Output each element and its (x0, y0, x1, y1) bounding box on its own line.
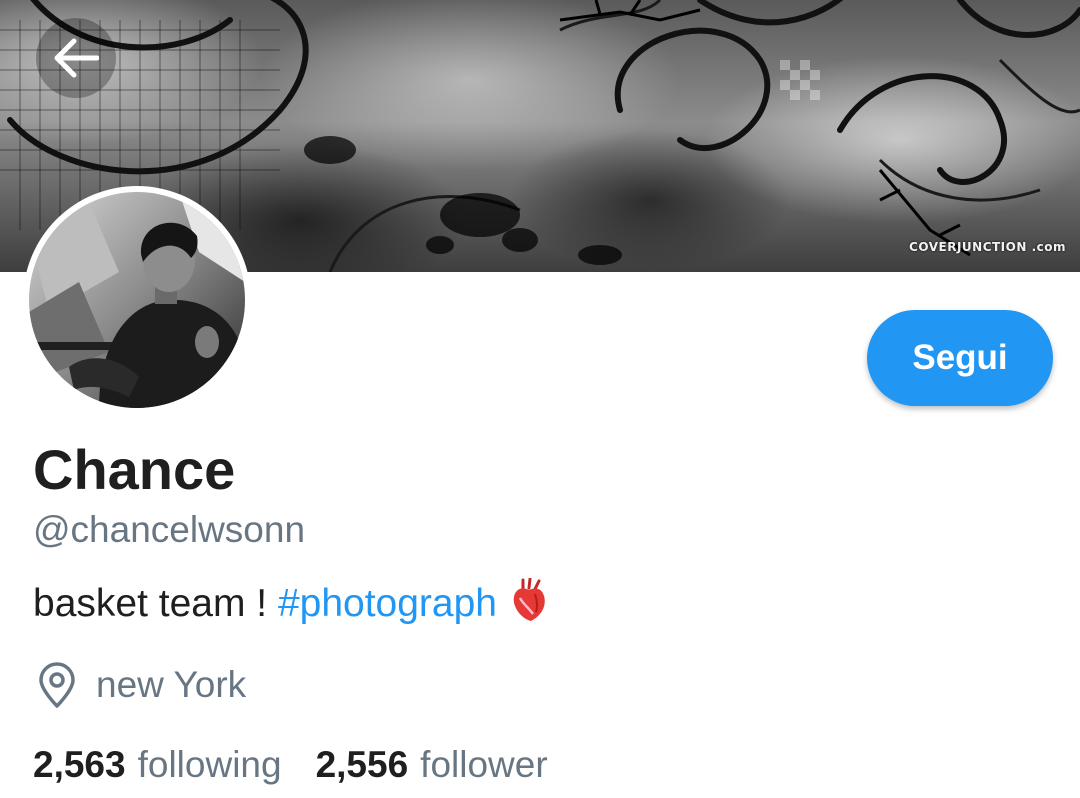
avatar-photo (29, 192, 245, 408)
back-button[interactable] (36, 18, 116, 98)
follow-button[interactable]: Segui (867, 310, 1053, 406)
profile-page: COVERJUNCTION .com Segui Chance @chancel… (0, 0, 1080, 798)
follower-label: follower (420, 744, 548, 785)
profile-display-name: Chance (33, 438, 236, 501)
bio-hashtag-link[interactable]: #photograph (278, 582, 497, 625)
location-text: new York (96, 664, 247, 705)
following-stat[interactable]: 2,563 following (33, 742, 282, 788)
banner-watermark: COVERJUNCTION .com (909, 240, 1066, 254)
profile-bio: basket team ! #photograph (33, 577, 547, 633)
follower-count: 2,556 (315, 744, 409, 785)
anatomical-heart-icon (511, 577, 547, 633)
profile-stats: 2,563 following 2,556 follower (33, 742, 548, 788)
following-label: following (137, 744, 282, 785)
profile-handle: @chancelwsonn (33, 509, 306, 550)
avatar[interactable] (23, 186, 251, 414)
following-count: 2,563 (33, 744, 126, 785)
follower-stat[interactable]: 2,556 follower (316, 742, 548, 788)
profile-location: new York (36, 662, 246, 708)
location-pin-icon (39, 662, 75, 708)
arrow-left-icon (54, 38, 99, 78)
bio-text: basket team ! (33, 582, 278, 625)
